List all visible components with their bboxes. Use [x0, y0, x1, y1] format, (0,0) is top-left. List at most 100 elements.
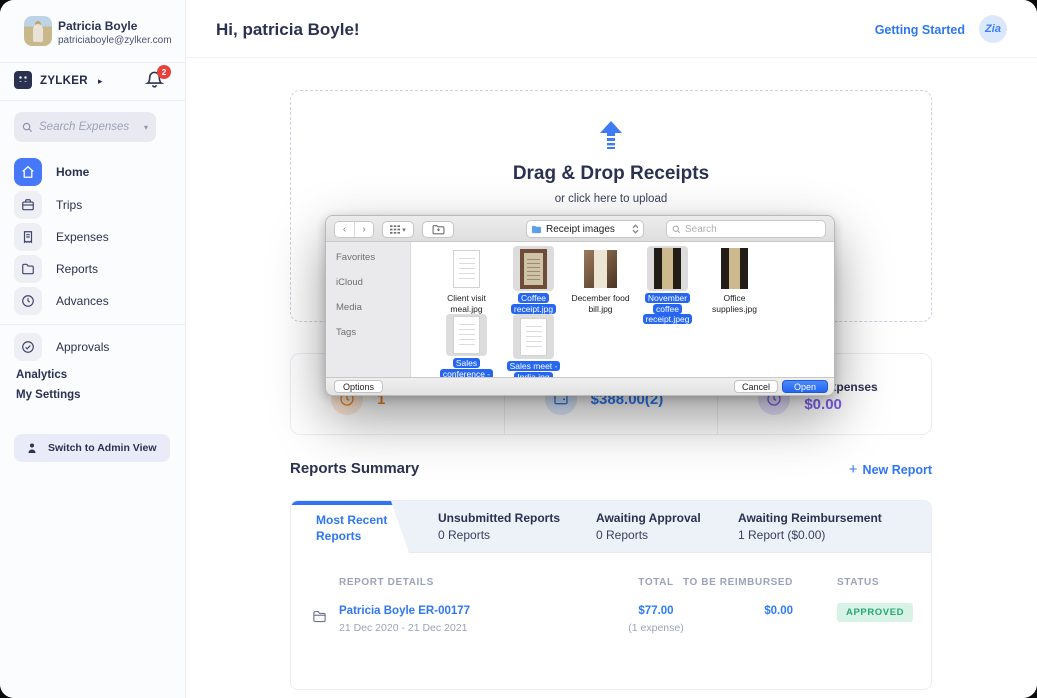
reports-summary-header: Reports Summary +New Report [290, 458, 932, 482]
admin-person-icon [26, 442, 38, 455]
file-thumbnail [654, 248, 681, 289]
sidebar-item-approvals[interactable]: Approvals [14, 332, 172, 362]
file-item[interactable]: November coffee receipt.jpeg [634, 246, 701, 314]
dropzone-subtitle: or click here to upload [291, 193, 931, 205]
search-icon [672, 225, 681, 234]
plus-icon: + [849, 461, 858, 478]
sidebar-item-reports[interactable]: Reports [14, 254, 172, 284]
new-folder-button[interactable] [422, 221, 454, 238]
user-email: patriciaboyle@zylker.com [58, 35, 172, 46]
home-icon [14, 158, 42, 186]
sidebar-item-expenses[interactable]: Expenses [14, 222, 172, 252]
location-dropdown[interactable]: Receipt images [526, 220, 644, 238]
clock-icon [14, 287, 42, 315]
sidebar-item-home[interactable]: Home [14, 157, 172, 187]
getting-started-link[interactable]: Getting Started [875, 23, 965, 37]
report-folder-icon [311, 609, 328, 629]
back-button[interactable]: ‹ [335, 222, 354, 237]
report-expense-count: (1 expense) [596, 622, 716, 634]
cancel-button[interactable]: Cancel [734, 380, 778, 393]
check-circle-icon [14, 333, 42, 361]
report-reimbursed-amount: $0.00 [653, 605, 793, 617]
tab-awaiting-reimbursement[interactable]: Awaiting Reimbursement 1 Report ($0.00) [738, 511, 882, 542]
org-caret-icon: ▸ [98, 76, 103, 87]
dialog-footer: Options Cancel Open [326, 377, 834, 395]
greeting-title: Hi, patricia Boyle! [216, 20, 360, 40]
dialog-search-field[interactable]: Search [666, 220, 826, 238]
tab-most-recent-reports[interactable]: Most Recent Reports [291, 501, 409, 553]
sidebar-section-favorites[interactable]: Favorites [336, 252, 410, 263]
location-name: Receipt images [546, 224, 628, 235]
view-options-button[interactable]: ▾ [382, 221, 414, 238]
sidebar: Patricia Boyle patriciaboyle@zylker.com … [0, 0, 186, 698]
file-item[interactable]: December food bill.jpg [567, 246, 634, 314]
grid-view-icon [390, 225, 400, 234]
options-button[interactable]: Options [334, 380, 383, 393]
divider [0, 100, 185, 101]
zia-assistant-button[interactable]: Zia [979, 15, 1007, 43]
column-header-status: STATUS [837, 577, 879, 588]
sidebar-section-icloud[interactable]: iCloud [336, 277, 410, 288]
search-icon [22, 122, 33, 133]
status-badge: APPROVED [837, 603, 913, 622]
file-picker-dialog: ‹ › ▾ Receipt images Search Favori [325, 215, 835, 396]
sidebar-item-trips[interactable]: Trips [14, 190, 172, 220]
new-report-button[interactable]: +New Report [849, 461, 932, 478]
user-name: Patricia Boyle [58, 19, 137, 33]
forward-button[interactable]: › [354, 222, 373, 237]
open-button[interactable]: Open [782, 380, 828, 393]
file-thumbnail [721, 248, 748, 289]
file-thumbnail [520, 318, 547, 356]
report-name-link[interactable]: Patricia Boyle ER-00177 [339, 605, 470, 617]
sidebar-link-my-settings[interactable]: My Settings [16, 389, 81, 401]
sidebar-link-analytics[interactable]: Analytics [16, 369, 67, 381]
folder-icon [14, 255, 42, 283]
divider [0, 62, 185, 63]
chevron-down-icon: ▾ [402, 226, 406, 234]
sidebar-item-advances[interactable]: Advances [14, 286, 172, 316]
file-thumbnail [453, 250, 480, 288]
column-header-report-details: REPORT DETAILS [339, 577, 434, 588]
folder-icon [531, 225, 542, 234]
sidebar-section-media[interactable]: Media [336, 302, 410, 313]
sidebar-section-tags[interactable]: Tags [336, 327, 410, 338]
receipt-icon [14, 223, 42, 251]
tab-awaiting-approval[interactable]: Awaiting Approval 0 Reports [596, 511, 701, 542]
divider [0, 324, 185, 325]
app-window: Patricia Boyle patriciaboyle@zylker.com … [0, 0, 1037, 698]
search-input[interactable]: Search Expenses ▾ [14, 112, 156, 142]
switch-to-admin-view-button[interactable]: Switch to Admin View [14, 434, 170, 462]
file-item[interactable]: Client visit meal.jpg [433, 246, 500, 314]
file-thumbnail [520, 249, 547, 289]
dropzone-title: Drag & Drop Receipts [291, 163, 931, 185]
tab-unsubmitted-reports[interactable]: Unsubmitted Reports 0 Reports [438, 511, 560, 542]
file-thumbnail [584, 250, 617, 288]
dialog-search-placeholder: Search [685, 224, 717, 235]
org-logo-icon [14, 71, 32, 89]
file-item[interactable]: Sales conference - UK.jpg [433, 314, 500, 382]
briefcase-icon [14, 191, 42, 219]
file-item[interactable]: Office supplies.jpg [701, 246, 768, 314]
reports-summary-title: Reports Summary [290, 460, 419, 477]
tabs-bar: Most Recent Reports Unsubmitted Reports … [291, 501, 931, 553]
file-thumbnail [453, 316, 480, 354]
reports-summary-panel: Most Recent Reports Unsubmitted Reports … [290, 500, 932, 690]
stat-unreported-value: $0.00 [804, 396, 877, 413]
avatar[interactable] [24, 16, 52, 46]
nav-buttons: ‹ › [334, 221, 374, 238]
updown-chevrons-icon [632, 224, 639, 234]
file-item[interactable]: Coffee receipt.jpg [500, 246, 567, 314]
new-folder-icon [432, 224, 445, 235]
report-date-range: 21 Dec 2020 - 21 Dec 2021 [339, 622, 467, 634]
search-placeholder: Search Expenses [39, 121, 138, 133]
notification-badge: 2 [157, 65, 171, 79]
dialog-body: Favorites iCloud Media Tags Client visit… [326, 242, 834, 377]
org-name[interactable]: ZYLKER [40, 75, 88, 87]
page-header: Hi, patricia Boyle! Getting Started Zia [186, 0, 1037, 58]
file-grid: Client visit meal.jpg Coffee receipt.jpg… [411, 242, 834, 377]
chevron-down-icon[interactable]: ▾ [144, 123, 148, 132]
column-header-to-be-reimbursed: TO BE REIMBURSED [653, 577, 793, 588]
file-item[interactable]: Sales meet - India.jpg [500, 314, 567, 382]
dialog-sidebar: Favorites iCloud Media Tags [326, 242, 411, 377]
notification-bell-icon[interactable]: 2 [145, 70, 165, 90]
